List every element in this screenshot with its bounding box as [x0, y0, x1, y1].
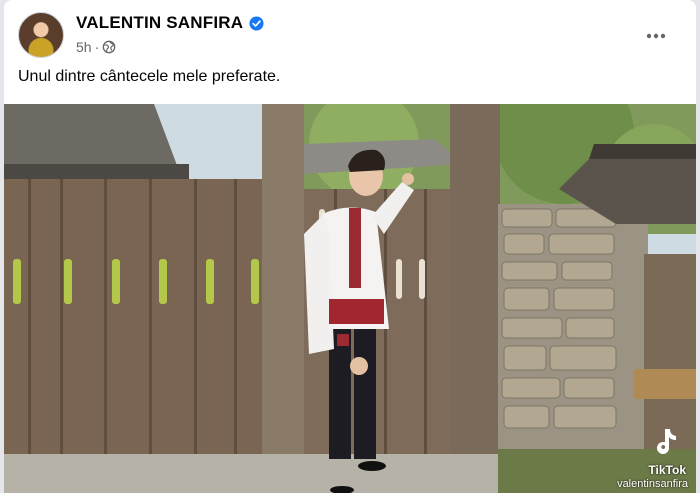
- post-header: VALENTIN SANFIRA 5h ·: [18, 12, 688, 60]
- meta-separator: ·: [94, 39, 100, 55]
- author-name-row: VALENTIN SANFIRA: [76, 13, 264, 33]
- video-frame: [4, 104, 696, 493]
- post-caption: Unul dintre cântecele mele preferate.: [18, 68, 281, 85]
- post-time[interactable]: 5h: [76, 39, 92, 55]
- post-video[interactable]: TikTok valentinsanfira: [4, 104, 696, 493]
- author-avatar[interactable]: [18, 12, 64, 58]
- author-name[interactable]: VALENTIN SANFIRA: [76, 13, 243, 33]
- globe-icon[interactable]: [102, 40, 116, 54]
- post-meta: 5h ·: [76, 39, 116, 55]
- verified-badge-icon: [249, 15, 264, 31]
- tiktok-watermark-handle: valentinsanfira: [617, 478, 688, 490]
- tiktok-watermark-logo: TikTok: [648, 463, 686, 477]
- post-card: VALENTIN SANFIRA 5h · Unul dintre cântec…: [4, 0, 696, 493]
- more-options-icon[interactable]: [638, 18, 674, 54]
